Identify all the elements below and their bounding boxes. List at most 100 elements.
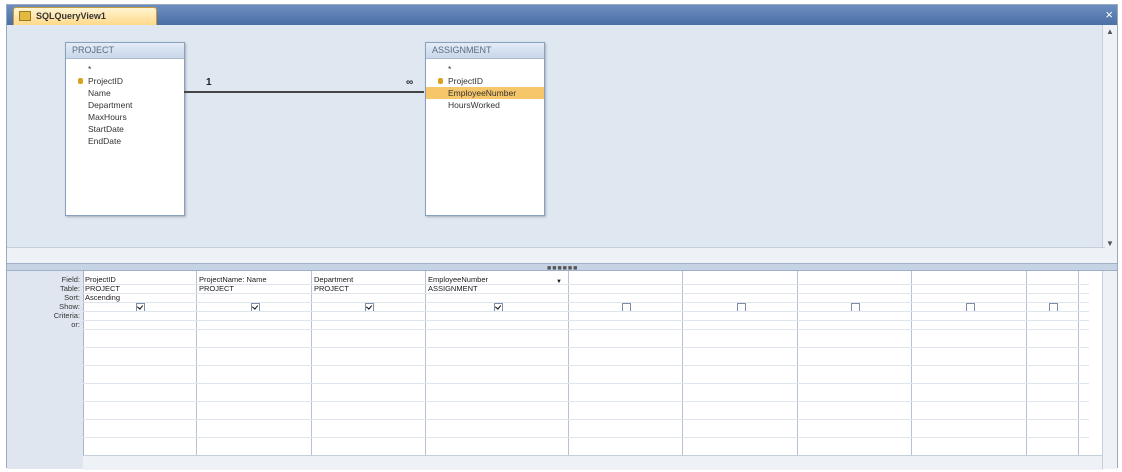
grid-cell-table[interactable] [1027, 284, 1078, 293]
grid-cell-criteria[interactable] [683, 311, 797, 320]
grid-column[interactable]: ProjectID PROJECT Ascending [83, 271, 197, 455]
show-checkbox[interactable] [1049, 303, 1058, 311]
grid-cell-or[interactable] [569, 320, 682, 329]
field-item[interactable]: EndDate [66, 135, 184, 147]
grid-cell-criteria[interactable] [312, 311, 425, 320]
field-item[interactable]: ProjectID [66, 75, 184, 87]
table-title[interactable]: PROJECT [66, 43, 184, 59]
grid-cell-field[interactable] [912, 275, 1026, 284]
grid-column[interactable] [912, 271, 1027, 455]
grid-column[interactable] [1027, 271, 1079, 455]
query-tab-label: SQLQueryView1 [36, 11, 106, 21]
grid-cell-sort[interactable] [197, 293, 311, 302]
row-header: Field: [61, 275, 80, 284]
grid-line [83, 293, 1089, 294]
grid-vertical-scrollbar[interactable] [1102, 271, 1117, 469]
grid-cell-or[interactable] [312, 320, 425, 329]
row-header: Table: [59, 284, 80, 293]
grid-cell-or[interactable] [798, 320, 911, 329]
close-icon[interactable]: × [1105, 7, 1113, 22]
grid-cell-table[interactable] [569, 284, 682, 293]
grid-column[interactable]: Department PROJECT [312, 271, 426, 455]
grid-cell-criteria[interactable] [912, 311, 1026, 320]
show-checkbox[interactable] [250, 303, 260, 311]
field-item[interactable]: ProjectID [426, 75, 544, 87]
grid-cell-sort[interactable] [683, 293, 797, 302]
grid-cell-table[interactable] [683, 284, 797, 293]
field-item[interactable]: EmployeeNumber [426, 87, 544, 99]
grid-column[interactable] [683, 271, 798, 455]
scroll-down-icon[interactable]: ▼ [1106, 239, 1114, 248]
grid-column[interactable] [798, 271, 912, 455]
grid-cell-or[interactable] [1027, 320, 1078, 329]
grid-cell-criteria[interactable] [1027, 311, 1078, 320]
grid-cell-criteria[interactable] [798, 311, 911, 320]
grid-cell-field[interactable] [683, 275, 797, 284]
grid-horizontal-scrollbar[interactable] [83, 455, 1105, 470]
grid-cell-sort[interactable] [798, 293, 911, 302]
table-box-assignment[interactable]: ASSIGNMENT * ProjectID EmployeeNumber Hours… [425, 42, 545, 216]
grid-cell-or[interactable] [426, 320, 568, 329]
grid-cell-text: Ascending [85, 293, 121, 302]
grid-cell-field[interactable]: Department [312, 275, 425, 284]
show-checkbox[interactable] [851, 303, 860, 311]
grid-cell-table[interactable]: PROJECT [83, 284, 196, 293]
grid-column[interactable]: EmployeeNumber ▼ ASSIGNMENT [426, 271, 569, 455]
grid-cell-sort[interactable]: Ascending [83, 293, 196, 302]
grid-cell-sort[interactable] [1027, 293, 1078, 302]
grid-cell-criteria[interactable] [197, 311, 311, 320]
grid-cell-criteria[interactable] [426, 311, 568, 320]
grid-line [83, 347, 1089, 348]
grid-column[interactable] [569, 271, 683, 455]
grid-cell-table[interactable] [798, 284, 911, 293]
grid-cell-table[interactable]: ASSIGNMENT [426, 284, 568, 293]
grid-cell-criteria[interactable] [83, 311, 196, 320]
grid-cell-sort[interactable] [312, 293, 425, 302]
show-checkbox[interactable] [622, 303, 631, 311]
grid-cell-criteria[interactable] [569, 311, 682, 320]
field-item[interactable]: * [426, 63, 544, 75]
grid-cell-table[interactable]: PROJECT [312, 284, 425, 293]
grid-cell-table[interactable]: PROJECT [197, 284, 311, 293]
grid-cell-field[interactable] [1027, 275, 1078, 284]
pane-splitter[interactable]: ■■■■■■ [7, 263, 1117, 272]
table-pane-vertical-scrollbar[interactable]: ▲ ▼ [1102, 25, 1117, 263]
show-checkbox[interactable] [493, 303, 503, 311]
relationship-line[interactable] [184, 91, 424, 93]
table-pane: PROJECT * ProjectID Name Department MaxHours… [7, 25, 1117, 264]
show-checkbox[interactable] [965, 303, 975, 311]
field-item[interactable]: MaxHours [66, 111, 184, 123]
field-item[interactable]: Name [66, 87, 184, 99]
table-box-project[interactable]: PROJECT * ProjectID Name Department MaxHours… [65, 42, 185, 216]
row-header: Show: [59, 302, 80, 311]
field-item[interactable]: * [66, 63, 184, 75]
table-title[interactable]: ASSIGNMENT [426, 43, 544, 59]
grid-cell-field[interactable]: ProjectName: Name [197, 275, 311, 284]
grid-cell-field[interactable]: EmployeeNumber ▼ [426, 275, 568, 284]
show-checkbox[interactable] [136, 303, 145, 311]
field-item[interactable]: Department [66, 99, 184, 111]
grid-cell-or[interactable] [197, 320, 311, 329]
grid-cell-show [569, 302, 682, 311]
grid-cell-sort[interactable] [426, 293, 568, 302]
grid-cell-show [197, 302, 311, 311]
grid-cell-show [912, 302, 1026, 311]
show-checkbox[interactable] [736, 303, 746, 311]
grid-line [83, 320, 1089, 321]
grid-cell-field[interactable] [798, 275, 911, 284]
show-checkbox[interactable] [365, 303, 374, 311]
table-pane-horizontal-scrollbar[interactable] [7, 247, 1105, 264]
grid-cell-or[interactable] [83, 320, 196, 329]
grid-column[interactable]: ProjectName: Name PROJECT [197, 271, 312, 455]
scroll-up-icon[interactable]: ▲ [1106, 27, 1114, 36]
field-item[interactable]: HoursWorked [426, 99, 544, 111]
grid-cell-field[interactable]: ProjectID [83, 275, 196, 284]
grid-cell-or[interactable] [683, 320, 797, 329]
field-item[interactable]: StartDate [66, 123, 184, 135]
grid-cell-sort[interactable] [912, 293, 1026, 302]
grid-cell-table[interactable] [912, 284, 1026, 293]
grid-cell-field[interactable] [569, 275, 682, 284]
query-tab[interactable]: SQLQueryView1 [13, 7, 157, 25]
grid-cell-or[interactable] [912, 320, 1026, 329]
grid-cell-sort[interactable] [569, 293, 682, 302]
